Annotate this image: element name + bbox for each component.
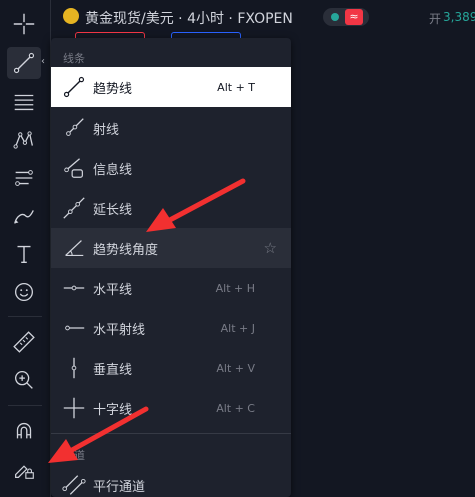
- menu-divider: [51, 433, 291, 434]
- menu-item-cross-line[interactable]: 十字线 Alt + C: [51, 388, 291, 428]
- parallel-channel-icon: [59, 470, 89, 497]
- pattern-icon[interactable]: [7, 124, 41, 156]
- menu-item-label: 射线: [93, 122, 120, 138]
- gold-symbol-logo: [63, 8, 79, 24]
- ray-icon: [59, 113, 89, 143]
- menu-item-horizontal-line[interactable]: 水平线 Alt + H: [51, 268, 291, 308]
- line-tools-menu: 线条 趋势线 Alt + T 射线 信息线 延长线 趋势线角度 ☆ 水平线 Al…: [51, 38, 291, 497]
- favorite-star-icon[interactable]: ☆: [264, 239, 277, 257]
- menu-item-hotkey: Alt + T: [217, 80, 255, 94]
- menu-item-label: 水平射线: [93, 322, 146, 338]
- menu-item-trend-angle[interactable]: 趋势线角度 ☆: [51, 228, 291, 268]
- menu-item-horizontal-ray[interactable]: 水平射线 Alt + J: [51, 308, 291, 348]
- menu-item-extended-line[interactable]: 延长线: [51, 188, 291, 228]
- open-label: 开: [429, 12, 442, 26]
- trend-line-icon[interactable]: [7, 47, 41, 79]
- menu-item-label: 平行通道: [93, 479, 146, 495]
- menu-item-hotkey: Alt + V: [216, 361, 255, 375]
- approx-icon: ≈: [345, 9, 363, 25]
- toolbar-divider: [8, 405, 42, 406]
- horizontal-line-icon: [59, 273, 89, 303]
- market-open-dot-icon: [331, 13, 339, 21]
- crosshair-icon[interactable]: [7, 8, 41, 40]
- open-value: 3,389.10: [443, 10, 475, 24]
- drawing-toolbar: ‹: [0, 0, 51, 497]
- fib-icon[interactable]: [7, 86, 41, 118]
- menu-item-info-line[interactable]: 信息线: [51, 148, 291, 188]
- prediction-icon[interactable]: [7, 162, 41, 194]
- chart-header: 黄金现货/美元 · 4小时 · FXOPEN ≈ 开 3,389.10: [51, 0, 475, 46]
- horizontal-ray-icon: [59, 313, 89, 343]
- symbol-title[interactable]: 黄金现货/美元 · 4小时 · FXOPEN: [85, 8, 293, 28]
- menu-item-hotkey: Alt + C: [216, 401, 255, 415]
- menu-item-ray[interactable]: 射线: [51, 108, 291, 148]
- magnet-icon[interactable]: [7, 415, 41, 447]
- text-icon[interactable]: [7, 238, 41, 270]
- emoji-icon[interactable]: [7, 276, 41, 308]
- market-status-pill[interactable]: ≈: [323, 8, 369, 26]
- trend-angle-icon: [59, 233, 89, 263]
- menu-item-label: 趋势线角度: [93, 242, 159, 258]
- info-line-icon: [59, 153, 89, 183]
- menu-item-label: 延长线: [93, 202, 133, 218]
- menu-item-hotkey: Alt + H: [215, 281, 255, 295]
- menu-item-vertical-line[interactable]: 垂直线 Alt + V: [51, 348, 291, 388]
- cross-line-icon: [59, 393, 89, 423]
- menu-item-trend-line[interactable]: 趋势线 Alt + T: [51, 67, 291, 107]
- trend-line-icon: [59, 72, 89, 102]
- toolbar-divider: [8, 316, 42, 317]
- menu-item-label: 信息线: [93, 162, 133, 178]
- menu-item-label: 垂直线: [93, 362, 133, 378]
- menu-item-label: 趋势线: [93, 81, 133, 97]
- brush-icon[interactable]: [7, 200, 41, 232]
- vertical-line-icon: [59, 353, 89, 383]
- section-title-channels: 通道: [63, 449, 85, 462]
- lock-drawings-icon[interactable]: [7, 453, 41, 485]
- ruler-icon[interactable]: [7, 326, 41, 358]
- section-title-lines: 线条: [63, 52, 85, 65]
- expand-chevron-icon[interactable]: ‹: [41, 56, 45, 67]
- menu-item-label: 十字线: [93, 402, 133, 418]
- menu-item-hotkey: Alt + J: [220, 321, 255, 335]
- menu-item-parallel-channel[interactable]: 平行通道: [51, 465, 291, 497]
- menu-item-label: 水平线: [93, 282, 133, 298]
- zoom-in-icon[interactable]: [7, 364, 41, 396]
- extended-line-icon: [59, 193, 89, 223]
